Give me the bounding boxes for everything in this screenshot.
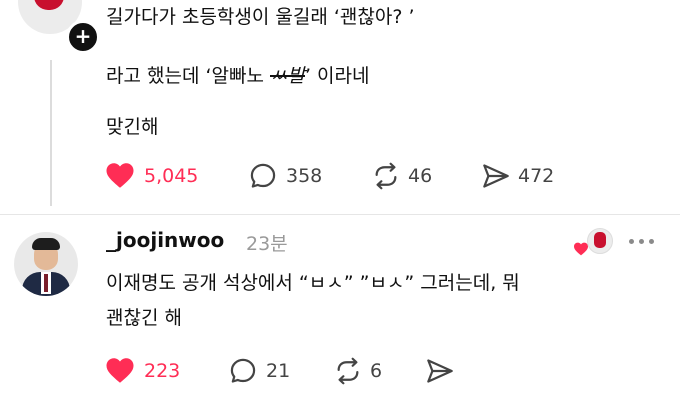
reply-author-avatar[interactable] — [14, 232, 78, 296]
thread-line — [50, 60, 52, 206]
more-dots-icon[interactable] — [629, 239, 654, 244]
follow-plus-icon[interactable]: + — [66, 20, 100, 54]
post-text-line-2-suffix: ’ 이라네 — [304, 65, 370, 87]
heart-icon — [106, 358, 134, 383]
reply-text-line-2: 괜찮긴 해 — [106, 307, 182, 329]
reply-comment-count: 21 — [266, 360, 291, 382]
reply-repost-count: 6 — [370, 360, 383, 382]
share-count: 472 — [518, 165, 555, 187]
reply-timestamp: 23분 — [246, 233, 288, 255]
mascot-image — [34, 0, 64, 10]
post-text-line-3: 맞긴해 — [106, 116, 159, 138]
comment-bubble-icon — [230, 358, 256, 383]
reply-like-button[interactable]: 223 — [105, 357, 180, 384]
heart-icon — [106, 163, 134, 188]
reply-repost-button[interactable]: 6 — [332, 357, 382, 385]
post-text-line-2: 라고 했는데 ‘알빠노 ㅆ발’ 이라네 — [106, 61, 370, 88]
mini-mascot-image — [594, 232, 606, 248]
share-button[interactable]: 472 — [480, 162, 554, 190]
reply-like-count: 223 — [144, 359, 181, 382]
comment-button[interactable]: 358 — [248, 162, 322, 190]
like-count: 5,045 — [144, 164, 199, 187]
mini-avatar — [587, 228, 613, 254]
post-text-scribbled-word: ㅆ발 — [270, 65, 305, 87]
comment-bubble-icon — [250, 163, 276, 188]
reply-username[interactable]: _joojinwoo — [106, 228, 224, 252]
post-text-line-2-prefix: 라고 했는데 ‘알빠노 — [106, 65, 270, 87]
reply-comment-button[interactable]: 21 — [228, 357, 290, 385]
repost-button[interactable]: 46 — [370, 162, 432, 190]
avatar-hair — [32, 238, 60, 250]
comment-count: 358 — [286, 165, 323, 187]
post-text-line-1: 길가다가 초등학생이 울길래 ‘괜찮아? ’ — [106, 6, 415, 28]
divider — [0, 214, 680, 215]
repost-icon — [375, 162, 397, 190]
like-button[interactable]: 5,045 — [105, 162, 198, 189]
send-icon — [483, 164, 509, 188]
avatar-tie — [44, 274, 48, 292]
repost-count: 46 — [408, 165, 433, 187]
send-icon — [427, 359, 453, 383]
reply-text-line-1: 이재명도 공개 석상에서 “ㅂㅅ” ”ㅂㅅ” 그러는데, 뭐 — [106, 272, 520, 294]
repost-icon — [337, 357, 359, 385]
reply-share-button[interactable] — [424, 357, 456, 385]
